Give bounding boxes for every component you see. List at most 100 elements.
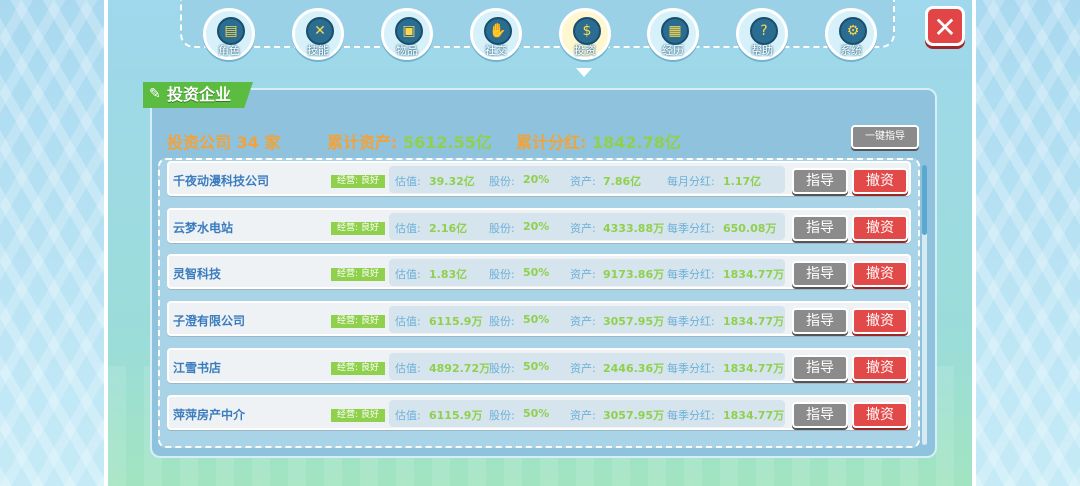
assets-label: 资产: [570, 222, 596, 235]
nav-item-skills[interactable]: ✕ 技能 [292, 8, 344, 60]
company-name: 灵智科技 [173, 267, 222, 281]
nav-label: 经历 [662, 44, 684, 57]
nav-item-help[interactable]: ? 帮助 [736, 8, 788, 60]
withdraw-button[interactable]: 撤资 [852, 261, 908, 287]
table-row: 子澄有限公司 经营: 良好 估值: 6115.9万 股份: 50% 资产: 3057.95万每… [167, 301, 911, 336]
nav-item-social[interactable]: ✋ 社交 [470, 8, 522, 60]
nav-label: 技能 [307, 44, 329, 57]
shares-label: 股份: [489, 362, 515, 375]
valuation-label: 估值: [395, 315, 421, 328]
status-badge: 经营: 良好 [331, 362, 385, 375]
tag-icon: ✎ [149, 86, 161, 102]
dividend-label: 每季分红: [667, 315, 715, 328]
assets-label: 资产: [570, 409, 596, 422]
assets-value: 3057.95万 [603, 409, 665, 422]
crossed-swords-icon: ✕ [306, 17, 334, 45]
dividend-value: 1834.77万 [723, 268, 785, 281]
valuation-value: 6115.9万 [429, 315, 483, 328]
shares-value: 50% [523, 407, 550, 420]
status-badge: 经营: 良好 [331, 315, 385, 328]
total-dividend: 累计分红: 1842.78亿 [516, 129, 681, 153]
table-row: 萍萍房产中介 经营: 良好 估值: 6115.9万 股份: 50% 资产: 3057.95万每… [167, 395, 911, 430]
guide-button[interactable]: 指导 [792, 261, 848, 287]
dividend-value: 1.17亿 [723, 175, 762, 188]
gear-icon: ⚙ [839, 17, 867, 45]
valuation-label: 估值: [395, 362, 421, 375]
nav-item-history[interactable]: ▦ 经历 [647, 8, 699, 60]
dividend-value: 1834.77万 [723, 409, 785, 422]
withdraw-button[interactable]: 撤资 [852, 168, 908, 194]
total-assets-label: 累计资产: [327, 133, 398, 152]
shares-value: 20% [523, 220, 550, 233]
assets-label: 资产: [570, 175, 596, 188]
valuation-value: 1.83亿 [429, 268, 468, 281]
total-assets: 累计资产: 5612.55亿 [327, 129, 492, 153]
dividend-label: 每季分红: [667, 268, 715, 281]
company-count-value: 34 [236, 133, 259, 152]
dividend-value: 1834.77万 [723, 315, 785, 328]
company-count-unit: 家 [264, 133, 281, 152]
guide-button[interactable]: 指导 [792, 355, 848, 381]
dividend-label: 每季分红: [667, 362, 715, 375]
nav-label: 角色 [218, 44, 240, 57]
shares-value: 20% [523, 173, 550, 186]
assets-value: 4333.88万 [603, 222, 665, 235]
valuation-value: 4892.72万 [429, 362, 491, 375]
close-button[interactable]: ✕ [925, 6, 965, 46]
table-row: 千夜动漫科技公司 经营: 良好 估值: 39.32亿 股份: 20% 资产: 7.86亿 每月分… [167, 161, 911, 196]
company-stats: 估值: 6115.9万 股份: 50% 资产: 3057.95万 每季分红: 1834.77万 [389, 400, 785, 427]
assets-value: 9173.86万 [603, 268, 665, 281]
table-row: 江雪书店 经营: 良好 估值: 4892.72万 股份: 50% 资产: 2446.36万 每季… [167, 348, 911, 383]
question-icon: ? [750, 17, 778, 45]
coin-hand-icon: $ [573, 17, 601, 45]
company-count-label: 投资公司 [167, 133, 232, 152]
handshake-icon: ✋ [484, 17, 512, 45]
total-dividend-label: 累计分红: [516, 133, 587, 152]
valuation-label: 估值: [395, 175, 421, 188]
table-row: 云梦水电站 经营: 良好 估值: 2.16亿 股份: 20% 资产: 4333.88万 每季分红… [167, 208, 911, 243]
withdraw-button[interactable]: 撤资 [852, 308, 908, 334]
dividend-value: 650.08万 [723, 222, 777, 235]
valuation-value: 6115.9万 [429, 409, 483, 422]
id-card-icon: ▤ [217, 17, 245, 45]
shares-value: 50% [523, 360, 550, 373]
valuation-value: 2.16亿 [429, 222, 468, 235]
company-stats: 估值: 1.83亿 股份: 50% 资产: 9173.86万 每季分红: 1834.77万 [389, 259, 785, 286]
guide-button[interactable]: 指导 [792, 402, 848, 428]
assets-value: 2446.36万 [603, 362, 665, 375]
nav-label: 物品 [396, 44, 418, 57]
guide-button[interactable]: 指导 [792, 308, 848, 334]
guide-button[interactable]: 指导 [792, 168, 848, 194]
withdraw-button[interactable]: 撤资 [852, 215, 908, 241]
scrollbar-thumb[interactable] [922, 165, 927, 235]
valuation-value: 39.32亿 [429, 175, 475, 188]
nav-item-items[interactable]: ▣ 物品 [381, 8, 433, 60]
company-name: 江雪书店 [173, 361, 222, 375]
withdraw-button[interactable]: 撤资 [852, 355, 908, 381]
nav-item-system[interactable]: ⚙ 系统 [825, 8, 877, 60]
company-stats: 估值: 2.16亿 股份: 20% 资产: 4333.88万 每季分红: 650.08万 [389, 213, 785, 240]
status-badge: 经营: 良好 [331, 268, 385, 281]
dividend-value: 1834.77万 [723, 362, 785, 375]
shares-label: 股份: [489, 409, 515, 422]
active-tab-caret-icon [576, 68, 592, 77]
nav-item-invest[interactable]: $ 投资 [559, 8, 611, 60]
company-name: 云梦水电站 [173, 221, 234, 235]
nav-item-character[interactable]: ▤ 角色 [203, 8, 255, 60]
one-click-guide-button[interactable]: 一键指导 [851, 125, 919, 149]
withdraw-button[interactable]: 撤资 [852, 402, 908, 428]
valuation-label: 估值: [395, 268, 421, 281]
shares-label: 股份: [489, 222, 515, 235]
top-nav-bar [180, 0, 895, 48]
company-name: 千夜动漫科技公司 [173, 174, 270, 188]
guide-button[interactable]: 指导 [792, 215, 848, 241]
valuation-label: 估值: [395, 222, 421, 235]
company-stats: 估值: 39.32亿 股份: 20% 资产: 7.86亿 每月分红: 1.17亿 [389, 166, 785, 193]
left-background [0, 0, 108, 486]
assets-label: 资产: [570, 315, 596, 328]
shares-value: 50% [523, 266, 550, 279]
shares-label: 股份: [489, 315, 515, 328]
total-dividend-value: 1842.78亿 [591, 133, 681, 152]
bag-icon: ▣ [395, 17, 423, 45]
nav-label: 系统 [840, 44, 862, 57]
